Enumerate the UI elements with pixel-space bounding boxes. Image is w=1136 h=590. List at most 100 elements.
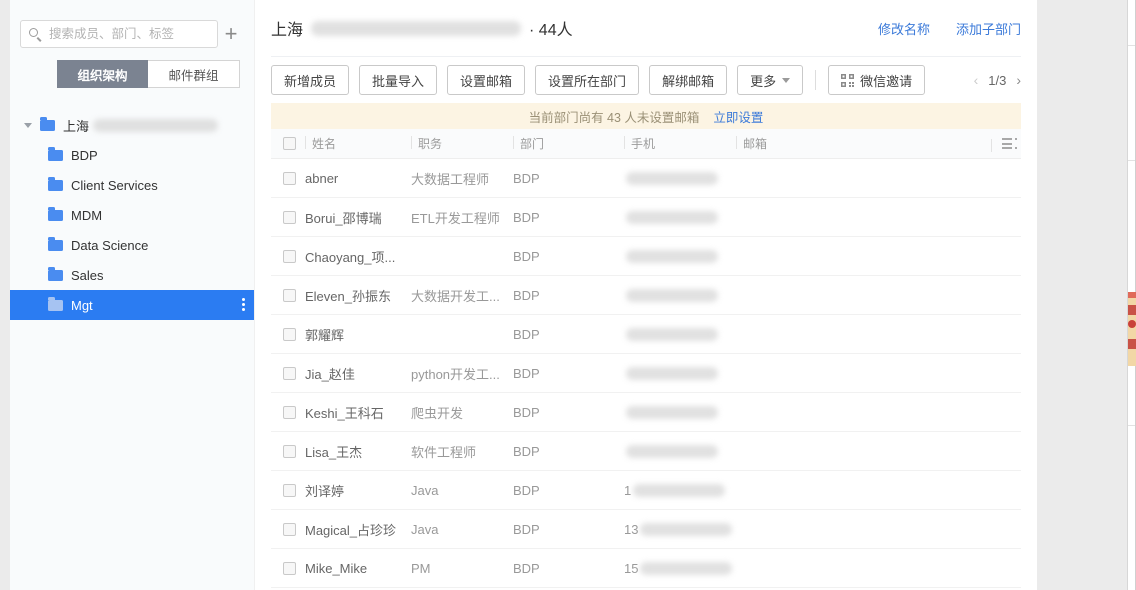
row-checkbox[interactable] bbox=[283, 484, 296, 497]
row-checkbox[interactable] bbox=[283, 172, 296, 185]
redacted-phone bbox=[626, 211, 718, 224]
member-name: Borui_邵博瑞 bbox=[305, 208, 411, 227]
member-dept: BDP bbox=[513, 522, 624, 537]
clipped-promo-widget bbox=[1128, 292, 1136, 366]
set-mailbox-button[interactable]: 设置邮箱 bbox=[447, 65, 525, 95]
tab-org-structure[interactable]: 组织架构 bbox=[57, 60, 148, 88]
wechat-invite-button[interactable]: 微信邀请 bbox=[828, 65, 925, 95]
column-header-name[interactable]: 姓名 bbox=[305, 135, 411, 152]
member-list-panel: 上海 · 44人 修改名称 添加子部门 新增成员 批量导入 设置邮箱 设置所在部… bbox=[255, 0, 1037, 590]
table-row[interactable]: 刘译婷 Java BDP 1 bbox=[271, 471, 1021, 510]
add-sub-department-link[interactable]: 添加子部门 bbox=[956, 19, 1021, 38]
folder-icon bbox=[48, 180, 63, 191]
member-title: 爬虫开发 bbox=[411, 403, 513, 422]
row-checkbox[interactable] bbox=[283, 523, 296, 536]
tree-item-label: Mgt bbox=[71, 298, 93, 313]
phone-prefix: 13 bbox=[624, 522, 638, 537]
select-all-checkbox[interactable] bbox=[283, 137, 296, 150]
next-page-icon[interactable]: › bbox=[1016, 72, 1021, 88]
column-header-phone[interactable]: 手机 bbox=[624, 135, 736, 152]
member-dept: BDP bbox=[513, 483, 624, 498]
qr-code-icon bbox=[841, 74, 854, 87]
folder-icon bbox=[48, 240, 63, 251]
row-checkbox[interactable] bbox=[283, 289, 296, 302]
tree-item-data-science[interactable]: Data Science bbox=[10, 230, 254, 260]
row-checkbox[interactable] bbox=[283, 367, 296, 380]
member-name: Chaoyang_项... bbox=[305, 247, 411, 266]
add-button[interactable]: + bbox=[218, 20, 244, 48]
folder-icon bbox=[48, 270, 63, 281]
search-box bbox=[20, 20, 218, 48]
add-member-button[interactable]: 新增成员 bbox=[271, 65, 349, 95]
row-checkbox[interactable] bbox=[283, 250, 296, 263]
table-row[interactable]: Chaoyang_项... BDP bbox=[271, 237, 1021, 276]
table-header: 姓名 职务 部门 手机 邮箱 bbox=[271, 129, 1021, 159]
notice-text: 当前部门尚有 43 人未设置邮箱 bbox=[529, 107, 700, 126]
member-title: 大数据开发工... bbox=[411, 286, 513, 305]
row-checkbox[interactable] bbox=[283, 328, 296, 341]
table-row[interactable]: Lisa_王杰 软件工程师 BDP bbox=[271, 432, 1021, 471]
more-button[interactable]: 更多 bbox=[737, 65, 803, 95]
column-settings-icon[interactable] bbox=[1002, 138, 1017, 149]
more-options-icon[interactable] bbox=[242, 298, 245, 311]
search-input[interactable] bbox=[20, 20, 218, 48]
member-dept: BDP bbox=[513, 171, 624, 186]
set-department-button[interactable]: 设置所在部门 bbox=[535, 65, 639, 95]
unbind-mailbox-button[interactable]: 解绑邮箱 bbox=[649, 65, 727, 95]
redacted-phone bbox=[626, 406, 718, 419]
row-checkbox[interactable] bbox=[283, 445, 296, 458]
member-title: 软件工程师 bbox=[411, 442, 513, 461]
tree-item-mgt[interactable]: Mgt bbox=[10, 290, 254, 320]
page-title: 上海 · 44人 bbox=[271, 16, 573, 40]
table-row[interactable]: Mike_Mike PM BDP 15 bbox=[271, 549, 1021, 588]
table-row[interactable]: Keshi_王科石 爬虫开发 BDP bbox=[271, 393, 1021, 432]
member-table-body: abner 大数据工程师 BDP Borui_邵博瑞 ETL开发工程师 BDP … bbox=[271, 159, 1021, 590]
member-title: ETL开发工程师 bbox=[411, 208, 513, 227]
member-title: python开发工... bbox=[411, 364, 513, 383]
collapse-caret-icon[interactable] bbox=[24, 123, 32, 128]
tree-item-sales[interactable]: Sales bbox=[10, 260, 254, 290]
member-dept: BDP bbox=[513, 561, 624, 576]
rename-department-link[interactable]: 修改名称 bbox=[878, 19, 930, 38]
phone-prefix: 15 bbox=[624, 561, 638, 576]
table-row[interactable]: Borui_邵博瑞 ETL开发工程师 BDP bbox=[271, 198, 1021, 237]
column-header-dept[interactable]: 部门 bbox=[513, 135, 624, 152]
tree-item-bdp[interactable]: BDP bbox=[10, 140, 254, 170]
department-header: 上海 · 44人 修改名称 添加子部门 bbox=[271, 0, 1021, 57]
tree-item-label: MDM bbox=[71, 208, 102, 223]
member-name: Lisa_王杰 bbox=[305, 442, 411, 461]
sidebar-tabs: 组织架构 邮件群组 bbox=[57, 60, 240, 88]
batch-import-button[interactable]: 批量导入 bbox=[359, 65, 437, 95]
tree-item-mdm[interactable]: MDM bbox=[10, 200, 254, 230]
member-name: Magical_占珍珍 bbox=[305, 520, 411, 539]
redacted-phone bbox=[640, 562, 732, 575]
tree-item-client-services[interactable]: Client Services bbox=[10, 170, 254, 200]
row-checkbox[interactable] bbox=[283, 406, 296, 419]
member-count: · 44人 bbox=[529, 16, 573, 40]
prev-page-icon[interactable]: ‹ bbox=[974, 72, 979, 88]
tab-mail-groups[interactable]: 邮件群组 bbox=[148, 60, 240, 88]
member-dept: BDP bbox=[513, 366, 624, 381]
column-header-email[interactable]: 邮箱 bbox=[736, 135, 991, 152]
member-dept: BDP bbox=[513, 210, 624, 225]
tree-item-label: 上海 bbox=[63, 116, 89, 135]
table-row[interactable]: Jia_赵佳 python开发工... BDP bbox=[271, 354, 1021, 393]
member-title: Java bbox=[411, 483, 513, 498]
tree-item-root[interactable]: 上海 bbox=[10, 110, 254, 140]
member-name: Jia_赵佳 bbox=[305, 364, 411, 383]
table-row[interactable]: Eleven_孙振东 大数据开发工... BDP bbox=[271, 276, 1021, 315]
table-row[interactable]: abner 大数据工程师 BDP bbox=[271, 159, 1021, 198]
set-now-link[interactable]: 立即设置 bbox=[713, 107, 763, 126]
redacted-phone bbox=[626, 250, 718, 263]
column-header-title[interactable]: 职务 bbox=[411, 135, 513, 152]
row-checkbox[interactable] bbox=[283, 211, 296, 224]
table-row[interactable]: Magical_占珍珍 Java BDP 13 bbox=[271, 510, 1021, 549]
member-toolbar: 新增成员 批量导入 设置邮箱 设置所在部门 解绑邮箱 更多 bbox=[271, 57, 1021, 103]
redacted-phone bbox=[640, 523, 732, 536]
row-checkbox[interactable] bbox=[283, 562, 296, 575]
table-row[interactable]: 郭耀辉 BDP bbox=[271, 315, 1021, 354]
sidebar-search-row: + bbox=[20, 20, 244, 48]
member-name: 刘译婷 bbox=[305, 481, 411, 500]
tree-item-label: BDP bbox=[71, 148, 98, 163]
mailbox-notice-banner: 当前部门尚有 43 人未设置邮箱 立即设置 bbox=[271, 103, 1021, 129]
